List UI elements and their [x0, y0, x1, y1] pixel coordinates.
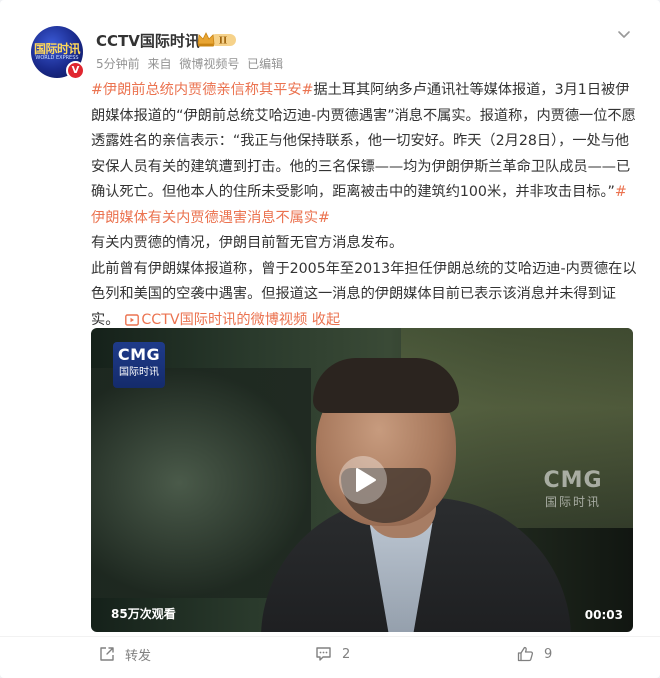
play-button[interactable]: [339, 456, 387, 504]
post-meta: 5分钟前 来自 微博视频号 已编辑: [96, 55, 287, 72]
video-icon: [125, 313, 140, 326]
vip-crown-icon[interactable]: II: [196, 31, 236, 48]
collapse-link[interactable]: 收起: [312, 312, 340, 328]
watermark-line-2: 国际时讯: [544, 495, 601, 509]
vip-level: II: [219, 37, 227, 47]
verified-badge: V: [66, 61, 85, 80]
view-count: 85万次观看: [111, 607, 176, 621]
chevron-down-icon[interactable]: [616, 27, 632, 43]
badge-line-2: 国际时讯: [119, 367, 159, 378]
cmg-channel-badge: CMG 国际时讯: [113, 342, 165, 388]
source-prefix: 来自: [147, 57, 172, 71]
like-button[interactable]: 9: [517, 644, 552, 664]
post-time[interactable]: 5分钟前: [96, 57, 140, 71]
footer-divider: [0, 636, 660, 637]
post-content: #伊朗前总统内贾德亲信称其平安#据土耳其阿纳多卢通讯社等媒体报道，3月1日被伊朗…: [91, 78, 639, 333]
hashtag-link[interactable]: #伊朗前总统内贾德亲信称其平安#: [91, 82, 313, 98]
badge-line-1: CMG: [117, 345, 161, 364]
comment-icon: [316, 647, 331, 661]
video-player[interactable]: CMG 国际时讯 CMG 国际时讯 85万次观看 00:03: [91, 328, 633, 632]
video-duration: 00:03: [584, 608, 623, 622]
post-source[interactable]: 微博视频号: [179, 57, 239, 71]
edited-label[interactable]: 已编辑: [247, 57, 283, 71]
repost-button[interactable]: 转发: [99, 644, 151, 664]
weibo-post-card: 国际时讯 WORLD EXPRESS V CCTV国际时讯 II 5分钟前 来自…: [0, 0, 660, 678]
like-count: 9: [544, 646, 553, 662]
cmg-watermark: CMG 国际时讯: [533, 468, 613, 510]
watermark-line-1: CMG: [543, 468, 603, 493]
author-name[interactable]: CCTV国际时讯: [96, 30, 200, 51]
paragraph-3: 此前曾有伊朗媒体报道称，曾于2005年至2013年担任伊朗总统的艾哈迈迪-内贾德…: [91, 257, 639, 334]
play-icon: [356, 468, 376, 492]
repost-label: 转发: [125, 648, 152, 664]
paragraph-1: #伊朗前总统内贾德亲信称其平安#据土耳其阿纳多卢通讯社等媒体报道，3月1日被伊朗…: [91, 78, 639, 231]
video-source-link[interactable]: CCTV国际时讯的微博视频: [141, 312, 307, 328]
thumbs-up-icon: [517, 646, 534, 662]
video-frame-person: [313, 358, 459, 413]
comment-button[interactable]: 2: [315, 644, 350, 664]
video-background: [91, 368, 311, 598]
paragraph-text: 据土耳其阿纳多卢通讯社等媒体报道，3月1日被伊朗媒体报道的“伊朗前总统艾哈迈迪-…: [91, 82, 636, 200]
comment-count: 2: [342, 646, 351, 662]
share-icon: [100, 647, 114, 661]
paragraph-2: 有关内贾德的情况，伊朗目前暂无官方消息发布。: [91, 235, 404, 251]
